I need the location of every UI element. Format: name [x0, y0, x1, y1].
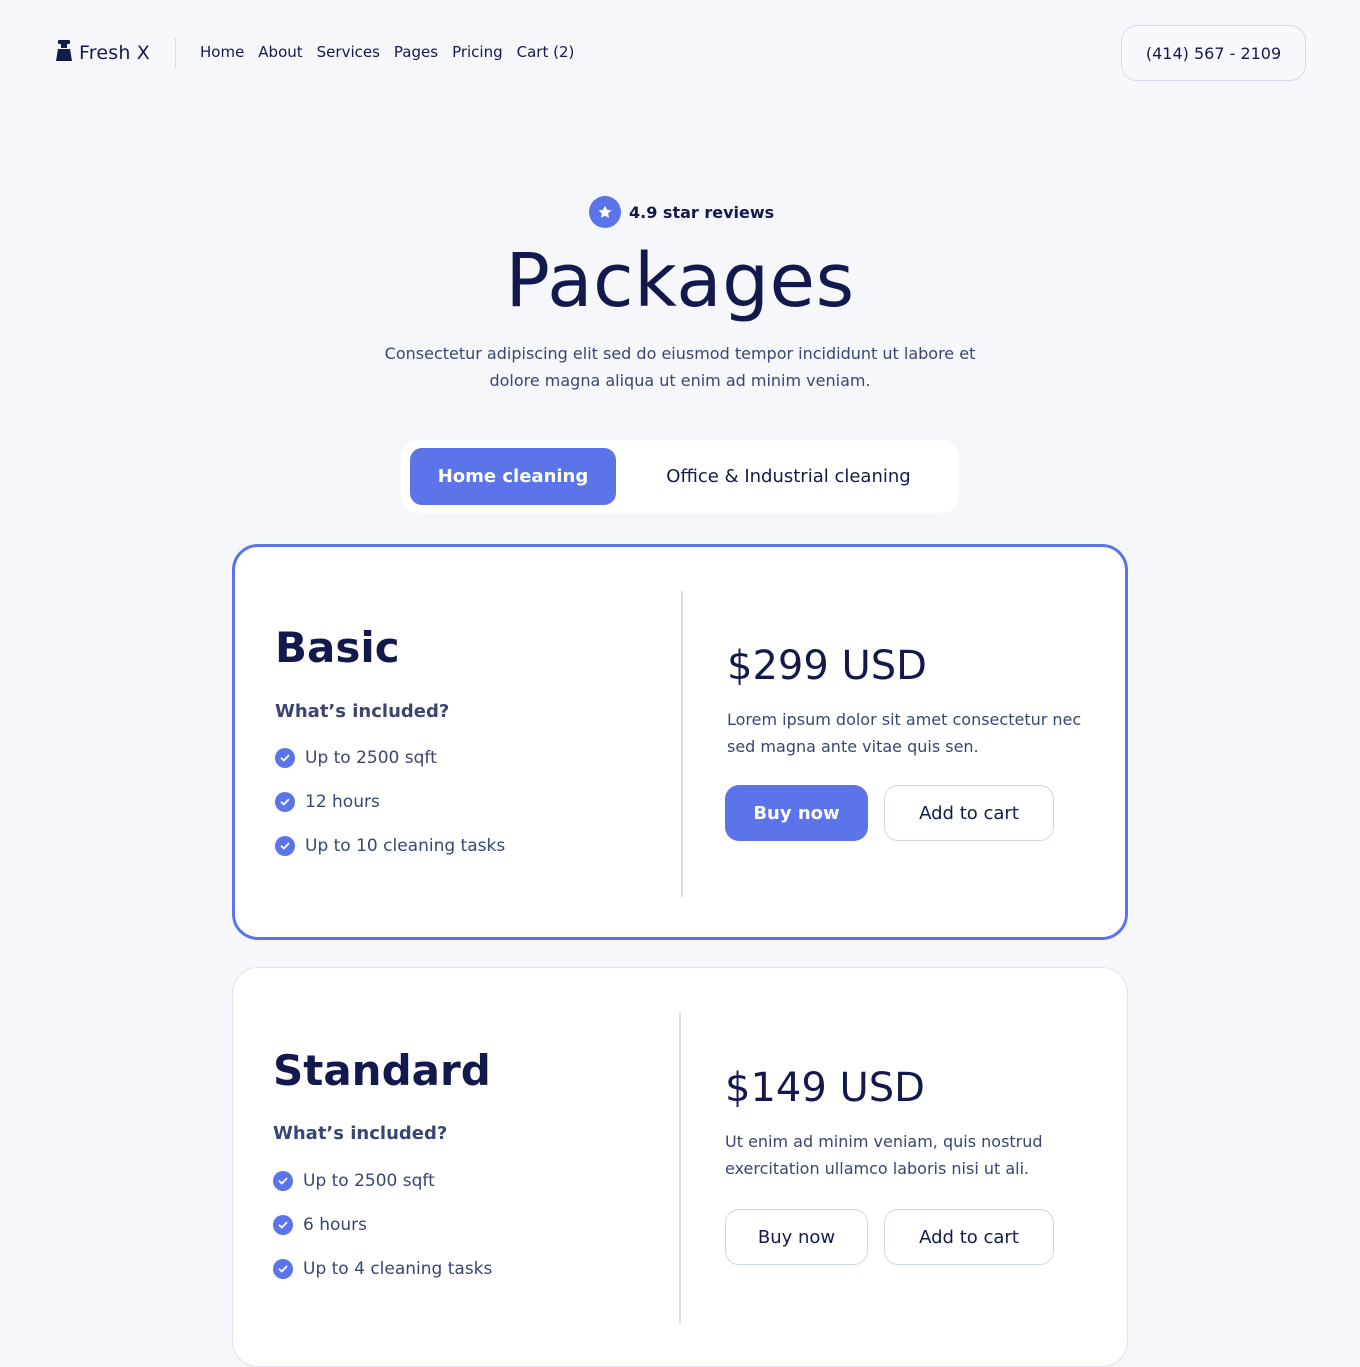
included-label: What’s included? — [273, 1123, 448, 1144]
nav-cart[interactable]: Cart (2) — [517, 43, 575, 61]
feature-item: Up to 10 cleaning tasks — [275, 824, 505, 868]
feature-item: Up to 4 cleaning tasks — [273, 1247, 492, 1291]
plan-description: Ut enim ad minim veniam, quis nostrud ex… — [725, 1132, 1043, 1178]
nav-pricing[interactable]: Pricing — [452, 43, 503, 61]
plan-name: Basic — [275, 623, 400, 672]
check-icon — [275, 836, 295, 856]
tab-home-cleaning[interactable]: Home cleaning — [410, 448, 616, 505]
plan-price: $299 USD — [727, 643, 927, 689]
plan-card-basic: Basic What’s included? Up to 2500 sqft 1… — [232, 544, 1128, 940]
logo-icon — [55, 40, 73, 66]
check-icon — [273, 1171, 293, 1191]
check-icon — [275, 792, 295, 812]
nav-services[interactable]: Services — [317, 43, 380, 61]
buy-now-button[interactable]: Buy now — [725, 1209, 868, 1265]
nav-about[interactable]: About — [258, 43, 302, 61]
plan-price: $149 USD — [725, 1065, 925, 1111]
logo-text: Fresh X — [79, 42, 151, 64]
feature-text: Up to 4 cleaning tasks — [303, 1259, 493, 1279]
feature-item: Up to 2500 sqft — [273, 1159, 492, 1203]
feature-text: Up to 10 cleaning tasks — [305, 836, 506, 856]
included-label: What’s included? — [275, 701, 450, 722]
card-divider — [679, 1013, 681, 1323]
plan-card-standard: Standard What’s included? Up to 2500 sqf… — [232, 967, 1128, 1367]
page-subtitle: Consectetur adipiscing elit sed do eiusm… — [384, 344, 976, 390]
main-nav: Home About Services Pages Pricing Cart (… — [200, 40, 574, 64]
nav-home[interactable]: Home — [200, 43, 244, 61]
star-icon — [589, 196, 621, 228]
nav-pages[interactable]: Pages — [394, 43, 438, 61]
check-icon — [273, 1259, 293, 1279]
add-to-cart-button[interactable]: Add to cart — [884, 785, 1054, 841]
tab-office-industrial-cleaning[interactable]: Office & Industrial cleaning — [631, 448, 946, 505]
buy-now-button[interactable]: Buy now — [725, 785, 868, 841]
header-divider — [175, 38, 176, 68]
rating: 4.9 star reviews — [589, 196, 774, 228]
plan-description: Lorem ipsum dolor sit amet consectetur n… — [727, 710, 1082, 756]
site-header: Fresh X Home About Services Pages Pricin… — [0, 0, 1360, 104]
feature-text: Up to 2500 sqft — [303, 1171, 435, 1191]
page-title: Packages — [505, 238, 855, 324]
category-tabs: Home cleaning Office & Industrial cleani… — [401, 440, 959, 513]
add-to-cart-button[interactable]: Add to cart — [884, 1209, 1054, 1265]
feature-text: Up to 2500 sqft — [305, 748, 437, 768]
feature-text: 12 hours — [305, 792, 380, 812]
feature-list: Up to 2500 sqft 6 hours Up to 4 cleaning… — [273, 1159, 492, 1291]
feature-item: 6 hours — [273, 1203, 492, 1247]
card-divider — [681, 591, 683, 897]
feature-list: Up to 2500 sqft 12 hours Up to 10 cleani… — [275, 736, 505, 868]
check-icon — [275, 748, 295, 768]
rating-text: 4.9 star reviews — [629, 202, 775, 222]
feature-item: 12 hours — [275, 780, 505, 824]
logo[interactable]: Fresh X — [55, 39, 150, 67]
phone-button[interactable]: (414) 567 - 2109 — [1121, 25, 1306, 81]
feature-item: Up to 2500 sqft — [275, 736, 505, 780]
feature-text: 6 hours — [303, 1215, 368, 1235]
check-icon — [273, 1215, 293, 1235]
plan-name: Standard — [273, 1046, 491, 1095]
